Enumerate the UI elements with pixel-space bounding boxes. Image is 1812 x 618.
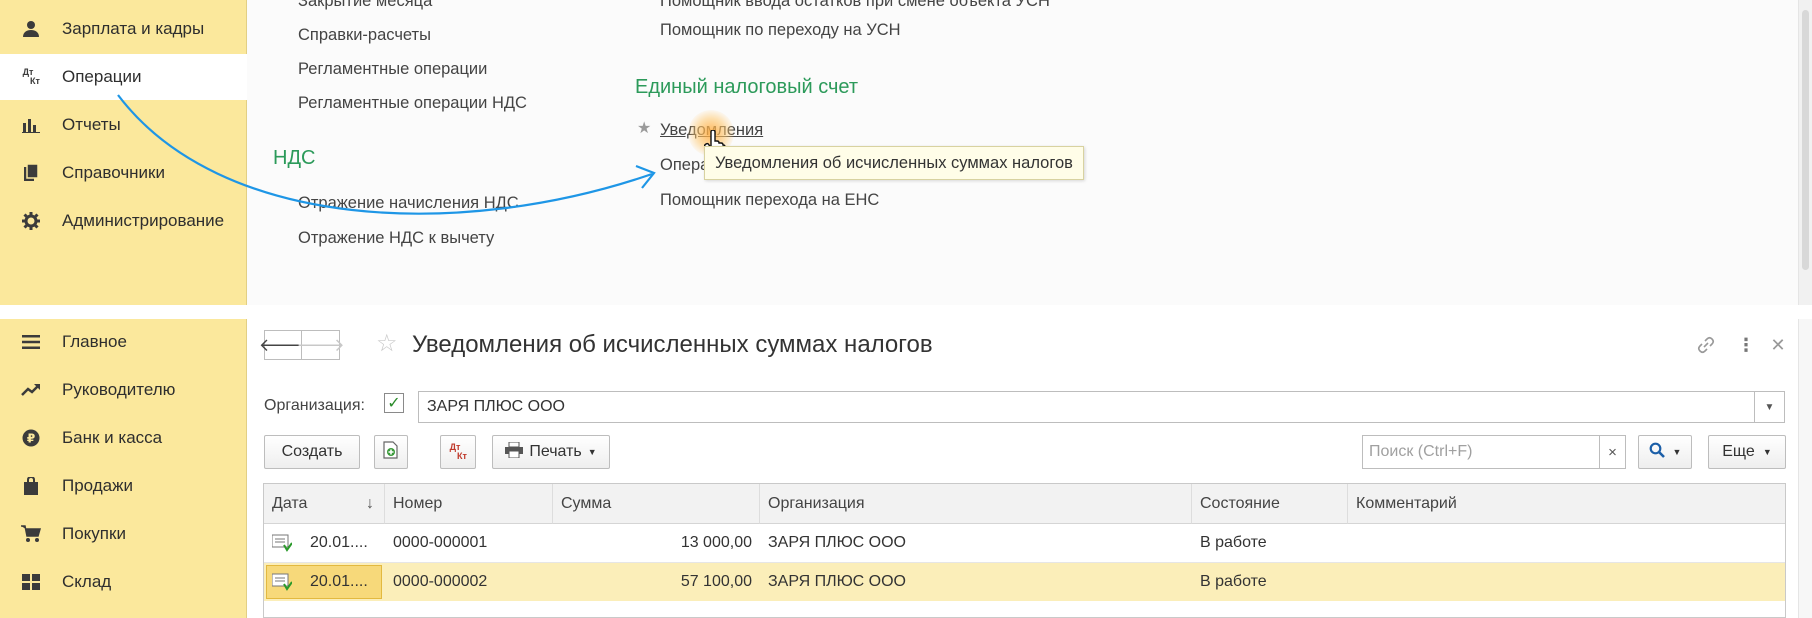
- create-based-on-button[interactable]: [374, 435, 408, 469]
- menu-icon: [20, 331, 42, 353]
- col-header-org[interactable]: Организация: [760, 484, 1192, 524]
- dropdown-arrow-icon: ▼: [587, 447, 597, 457]
- table-row-selected[interactable]: 20.01.... 0000-000002 57 100,00 ЗАРЯ ПЛЮ…: [264, 563, 1785, 601]
- org-filter-checkbox[interactable]: ✓: [384, 393, 404, 413]
- coin-icon: ₽: [20, 427, 42, 449]
- notifications-table: Дата ↓ Номер Сумма Организация Состояние…: [263, 483, 1786, 618]
- col-header-label: Дата: [272, 494, 308, 512]
- close-icon[interactable]: ✕: [1766, 333, 1790, 357]
- search-button[interactable]: ▼: [1638, 435, 1692, 469]
- sort-desc-icon: ↓: [366, 494, 374, 512]
- search-input[interactable]: Поиск (Ctrl+F): [1362, 435, 1600, 469]
- document-icon: [271, 534, 293, 557]
- print-button[interactable]: Печать ▼: [492, 435, 610, 469]
- org-dropdown-button[interactable]: ▼: [1755, 391, 1785, 423]
- dropdown-arrow-icon: ▼: [1762, 447, 1772, 457]
- doc-add-icon: [383, 440, 399, 464]
- sidebar-item-sales[interactable]: Продажи: [0, 463, 247, 509]
- page-title: Уведомления об исчисленных суммах налого…: [412, 331, 933, 358]
- sidebar-bottom: Главное Руководителю ₽ Банк и касса Прод…: [0, 319, 247, 618]
- cell-amount: 13 000,00: [680, 534, 752, 551]
- sidebar-item-bank[interactable]: ₽ Банк и касса: [0, 415, 247, 461]
- cell-org: ЗАРЯ ПЛЮС ООО: [768, 573, 906, 590]
- cell-comment: [1348, 563, 1785, 601]
- org-field[interactable]: ЗАРЯ ПЛЮС ООО: [418, 391, 1755, 423]
- clear-icon: ×: [1608, 443, 1617, 461]
- sidebar-item-label: Банк и касса: [62, 428, 163, 447]
- cell-date: 20.01....: [310, 534, 368, 551]
- col-header-number[interactable]: Номер: [385, 484, 553, 524]
- document-icon: [271, 573, 293, 596]
- dt-kt-button[interactable]: Дт Кт: [440, 435, 476, 469]
- sidebar-item-label: Склад: [62, 572, 112, 591]
- search-icon: [1649, 442, 1665, 463]
- create-button[interactable]: Создать: [264, 435, 360, 469]
- sidebar-item-warehouse[interactable]: Склад: [0, 559, 247, 605]
- forward-button[interactable]: 🡒: [296, 330, 345, 360]
- dt-kt-button-bottom: Кт: [457, 451, 467, 461]
- trend-up-icon: [20, 379, 42, 401]
- check-icon: ✓: [387, 395, 401, 412]
- col-header-amount[interactable]: Сумма: [553, 484, 760, 524]
- more-vertical-icon[interactable]: ⋮: [1734, 333, 1758, 357]
- cell-comment: [1348, 524, 1785, 562]
- col-header-status[interactable]: Состояние: [1192, 484, 1348, 524]
- scrollbar-bottom[interactable]: [1798, 319, 1812, 618]
- warehouse-icon: [20, 571, 42, 593]
- cell-number: 0000-000002: [393, 573, 488, 590]
- dropdown-arrow-icon: ▼: [1672, 447, 1682, 457]
- annotation-arrow: [117, 94, 656, 215]
- more-label: Еще: [1722, 443, 1755, 460]
- notifications-window: Главное Руководителю ₽ Банк и касса Прод…: [0, 319, 1812, 618]
- search-clear-button[interactable]: ×: [1600, 435, 1626, 469]
- cell-org: ЗАРЯ ПЛЮС ООО: [768, 534, 906, 551]
- arrow-right-icon: 🡒: [296, 334, 345, 355]
- sidebar-item-purchases[interactable]: Покупки: [0, 511, 247, 557]
- svg-text:₽: ₽: [27, 432, 35, 446]
- form-area: 🡐 🡒 ☆ Уведомления об исчисленных суммах …: [248, 319, 1812, 618]
- cell-status: В работе: [1200, 573, 1267, 590]
- table-row[interactable]: 20.01.... 0000-000001 13 000,00 ЗАРЯ ПЛЮ…: [264, 524, 1785, 562]
- chevron-down-icon: ▼: [1764, 401, 1775, 413]
- cell-amount: 57 100,00: [680, 573, 752, 590]
- cell-status: В работе: [1200, 534, 1267, 551]
- col-header-comment[interactable]: Комментарий: [1348, 484, 1785, 524]
- cart-icon: [20, 523, 42, 545]
- sidebar-item-label: Руководителю: [62, 380, 176, 399]
- cell-number: 0000-000001: [393, 534, 488, 551]
- sidebar-item-label: Продажи: [62, 476, 133, 495]
- separator: [0, 305, 1812, 319]
- favorite-star-icon[interactable]: ☆: [376, 329, 398, 358]
- sidebar-item-main[interactable]: Главное: [0, 319, 247, 365]
- col-header-date[interactable]: Дата ↓: [264, 484, 385, 524]
- org-label: Организация:: [264, 397, 365, 414]
- sidebar-item-director[interactable]: Руководителю: [0, 367, 247, 413]
- shopping-bag-icon: [20, 475, 42, 497]
- cell-date: 20.01....: [310, 573, 368, 590]
- link-icon[interactable]: [1694, 333, 1718, 357]
- sidebar-item-label: Главное: [62, 332, 127, 351]
- more-button[interactable]: Еще ▼: [1708, 435, 1786, 469]
- printer-icon: [505, 441, 524, 463]
- print-label: Печать: [529, 443, 582, 460]
- sidebar-item-label: Покупки: [62, 524, 126, 543]
